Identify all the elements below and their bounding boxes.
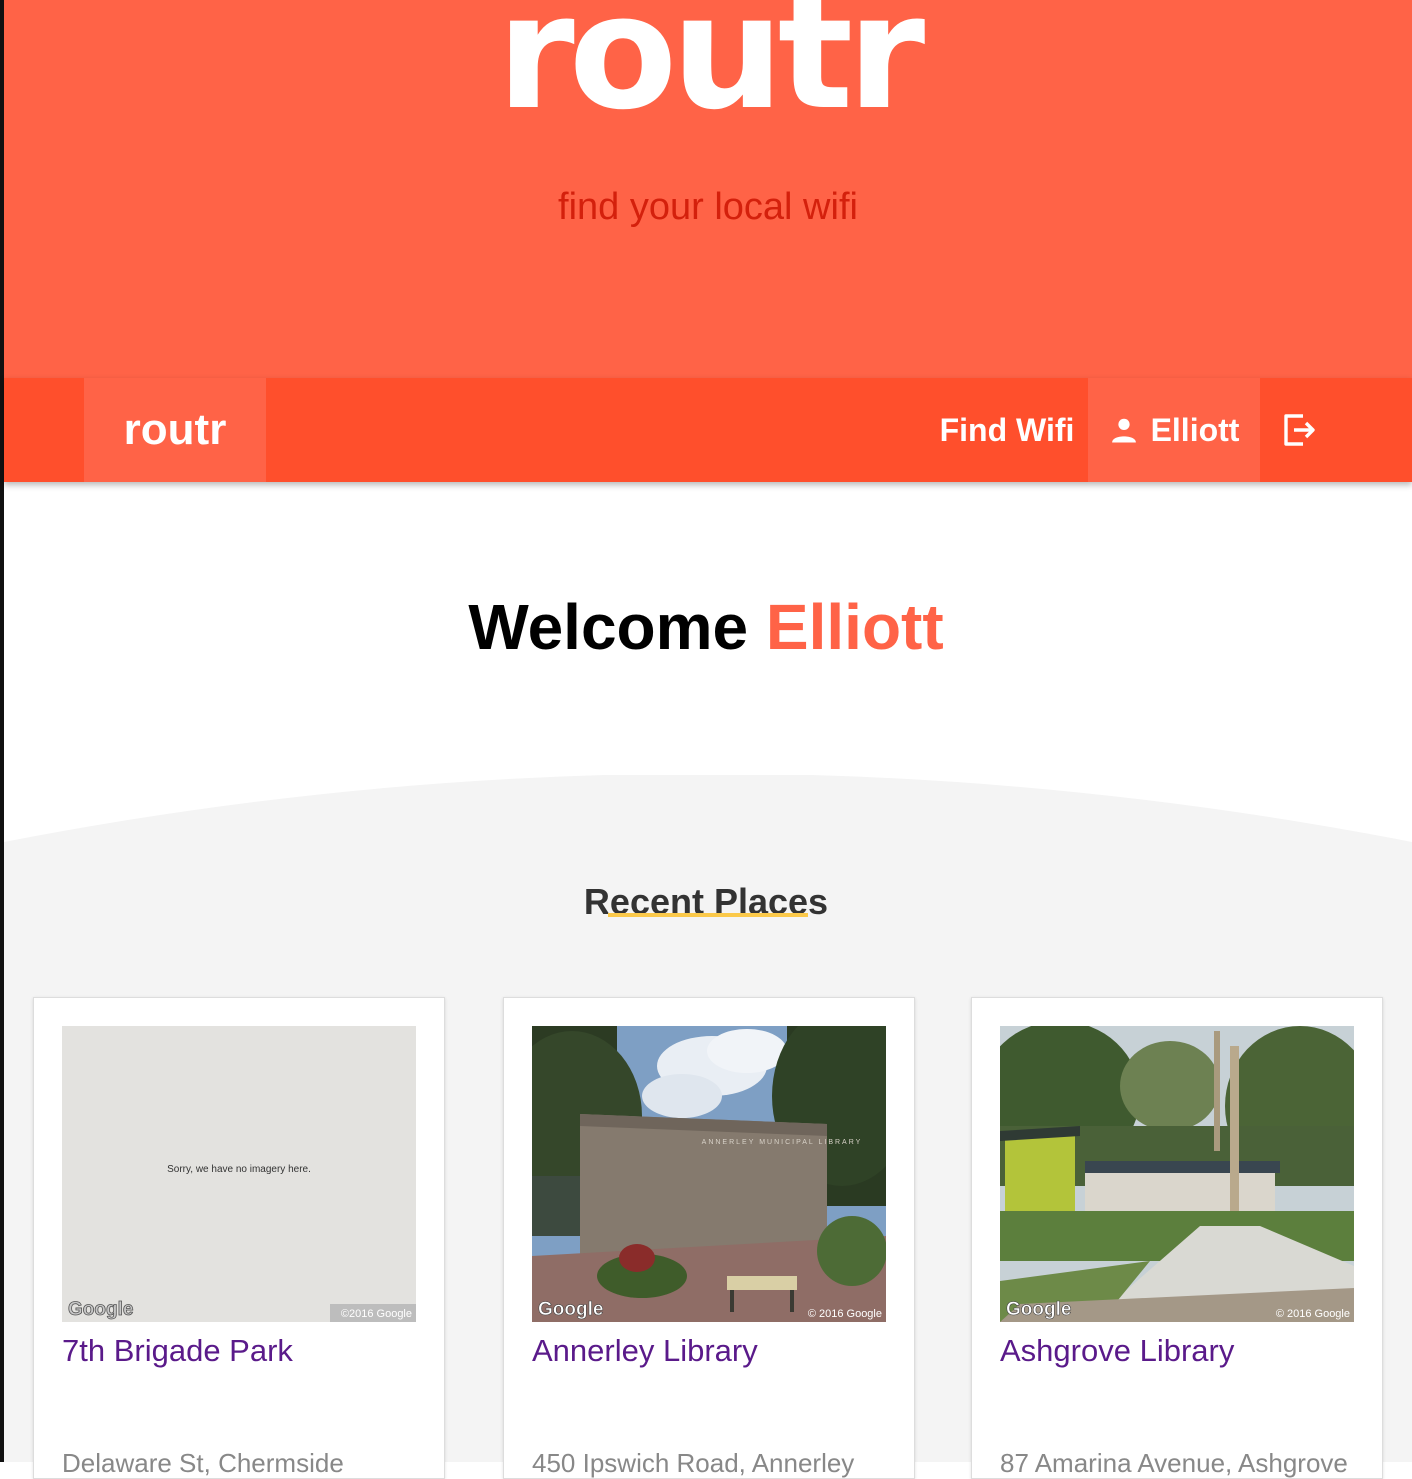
- hero-subtitle: find your local wifi: [558, 186, 858, 228]
- heading-underline: [608, 913, 808, 917]
- user-name-label: Elliott: [1150, 411, 1240, 448]
- place-title-link[interactable]: Annerley Library: [532, 1332, 758, 1369]
- street-view-image: Sorry, we have no imagery here. Google ©…: [62, 1026, 416, 1322]
- place-title-link[interactable]: Ashgrove Library: [1000, 1332, 1234, 1369]
- place-card[interactable]: ANNERLEY MUNICIPAL LIBRARY Google © 2016…: [503, 997, 915, 1479]
- find-wifi-link[interactable]: Find Wifi: [926, 378, 1088, 482]
- image-copyright: © 2016 Google: [808, 1308, 882, 1320]
- google-watermark: Google: [1006, 1299, 1071, 1320]
- person-icon: [1111, 418, 1136, 443]
- welcome-user-name: Elliott: [765, 590, 944, 663]
- place-address: 450 Ipswich Road, Annerley: [532, 1448, 855, 1478]
- no-imagery-text: Sorry, we have no imagery here.: [167, 1164, 311, 1175]
- image-copyright: © 2016 Google: [1276, 1308, 1350, 1320]
- logout-button[interactable]: [1260, 378, 1340, 482]
- place-card[interactable]: Sorry, we have no imagery here. Google ©…: [33, 997, 445, 1479]
- street-view-image: Google © 2016 Google: [1000, 1026, 1354, 1322]
- hero-title: routr: [496, 0, 925, 145]
- logout-icon: [1284, 414, 1315, 446]
- place-card[interactable]: Google © 2016 Google Ashgrove Library 87…: [971, 997, 1383, 1479]
- brand-link[interactable]: routr: [84, 378, 266, 482]
- image-copyright: ©2016 Google: [341, 1308, 412, 1320]
- hero-banner: routr find your local wifi: [4, 0, 1412, 378]
- google-watermark: Google: [538, 1299, 603, 1320]
- place-address: 87 Amarina Avenue, Ashgrove: [1000, 1448, 1348, 1478]
- place-title-link[interactable]: 7th Brigade Park: [62, 1332, 293, 1369]
- navbar: routr Find Wifi Elliott: [4, 378, 1412, 482]
- welcome-heading: Welcome Elliott: [0, 595, 1412, 659]
- welcome-greeting: Welcome: [468, 590, 749, 663]
- user-profile-link[interactable]: Elliott: [1088, 378, 1260, 482]
- place-address: Delaware St, Chermside: [62, 1448, 344, 1478]
- google-watermark: Google: [68, 1299, 133, 1320]
- building-sign-text: ANNERLEY MUNICIPAL LIBRARY: [702, 1139, 863, 1146]
- street-view-image: ANNERLEY MUNICIPAL LIBRARY Google © 2016…: [532, 1026, 886, 1322]
